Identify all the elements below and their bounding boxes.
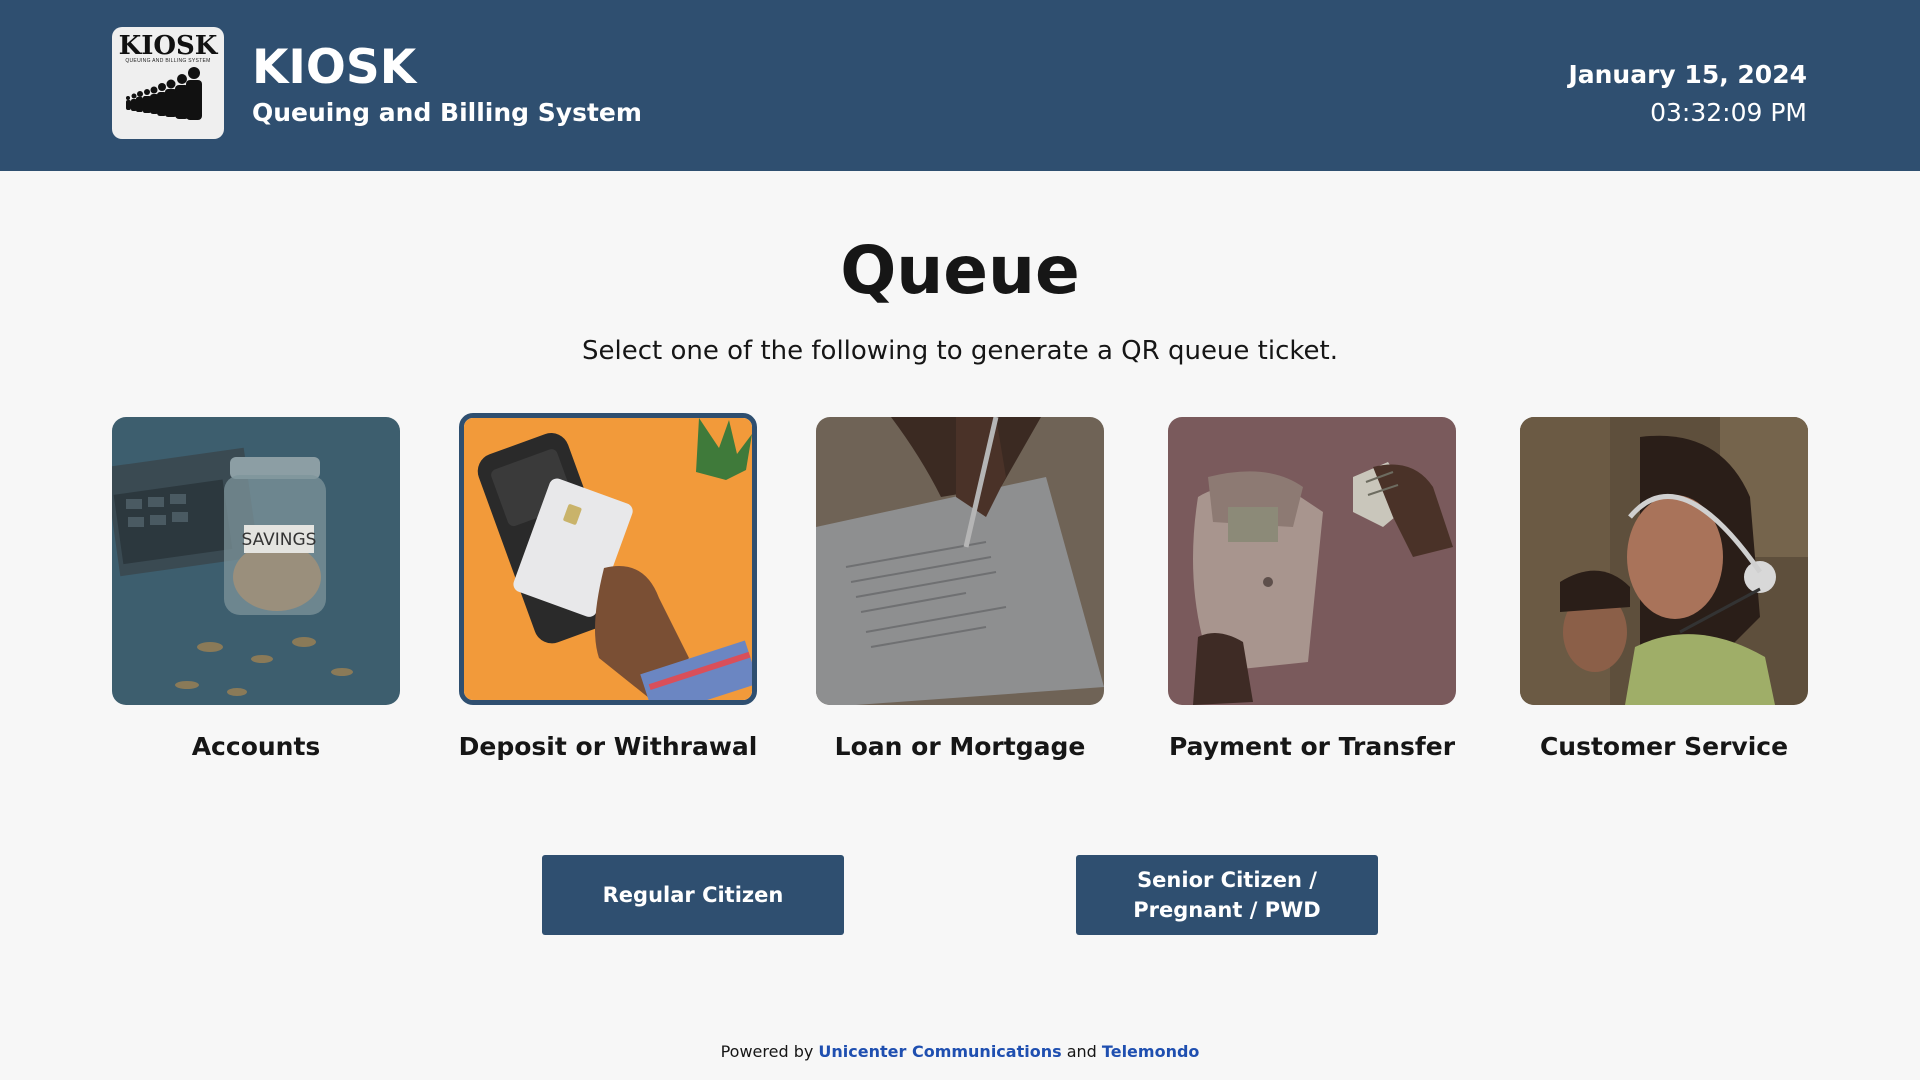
footer-link-telemondo[interactable]: Telemondo — [1102, 1042, 1199, 1061]
service-label-loan-mortgage: Loan or Mortgage — [834, 732, 1086, 761]
page-title: Queue — [840, 232, 1080, 309]
current-time: 03:32:09 PM — [1650, 98, 1807, 127]
priority-label-line1: Senior Citizen / — [1137, 868, 1317, 892]
regular-citizen-button[interactable]: Regular Citizen — [542, 855, 844, 935]
card-payment-terminal-image — [464, 418, 752, 700]
logo-subtitle: QUEUING AND BILLING SYSTEM — [125, 58, 211, 64]
service-card-deposit-withdrawal[interactable] — [459, 413, 757, 705]
service-label-payment-transfer: Payment or Transfer — [1168, 732, 1456, 761]
priority-citizen-button[interactable]: Senior Citizen / Pregnant / PWD — [1076, 855, 1378, 935]
svg-text:SAVINGS: SAVINGS — [242, 530, 317, 550]
footer-link-unicenter[interactable]: Unicenter Communications — [818, 1042, 1061, 1061]
service-card-accounts[interactable]: SAVINGS — [112, 417, 400, 705]
app-name: KIOSK — [252, 40, 417, 95]
service-label-deposit-withdrawal: Deposit or Withrawal — [458, 732, 758, 761]
service-card-payment-transfer[interactable] — [1168, 417, 1456, 705]
call-center-agent-image — [1520, 417, 1808, 705]
current-date: January 15, 2024 — [1568, 60, 1807, 89]
logo-title: KIOSK — [118, 31, 218, 61]
footer: Powered by Unicenter Communications and … — [0, 1042, 1920, 1061]
signing-document-image — [816, 417, 1104, 705]
service-card-customer-service[interactable] — [1520, 417, 1808, 705]
app-subtitle: Queuing and Billing System — [252, 98, 642, 127]
service-label-accounts: Accounts — [191, 732, 321, 761]
wallet-cash-image — [1168, 417, 1456, 705]
footer-prefix: Powered by — [720, 1042, 814, 1061]
savings-jar-image: SAVINGS — [112, 417, 400, 705]
priority-label-line2: Pregnant / PWD — [1133, 898, 1321, 922]
page-subtitle: Select one of the following to generate … — [582, 336, 1338, 366]
header-bar: KIOSK QUEUING AND BILLING SYSTEM KIOSK Q… — [0, 0, 1920, 171]
kiosk-logo: KIOSK QUEUING AND BILLING SYSTEM — [112, 27, 224, 139]
queue-people-icon — [126, 67, 202, 120]
footer-joiner: and — [1066, 1042, 1097, 1061]
service-card-loan-mortgage[interactable] — [816, 417, 1104, 705]
regular-citizen-label: Regular Citizen — [602, 883, 784, 907]
service-label-customer-service: Customer Service — [1539, 732, 1789, 761]
